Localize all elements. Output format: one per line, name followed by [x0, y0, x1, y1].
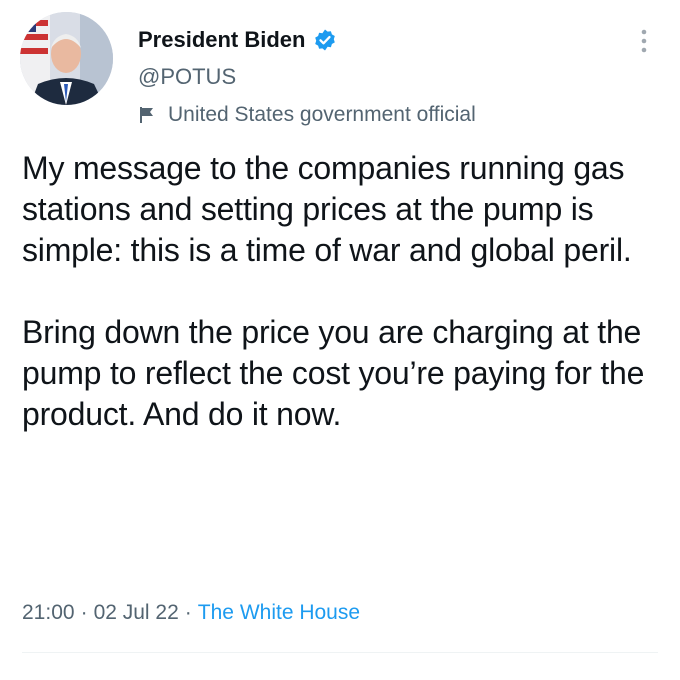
- author-handle[interactable]: @POTUS: [138, 64, 236, 90]
- tweet-meta: 21:00 · 02 Jul 22 · The White House: [22, 601, 360, 625]
- author-row: President Biden: [138, 27, 337, 53]
- meta-separator: ·: [184, 601, 192, 624]
- meta-separator: ·: [80, 601, 88, 624]
- verified-badge-icon: [313, 28, 337, 52]
- avatar[interactable]: [20, 12, 113, 105]
- flag-icon: [138, 106, 156, 124]
- tweet-text: My message to the companies running gas …: [22, 150, 645, 432]
- more-vertical-icon[interactable]: [636, 26, 652, 56]
- tweet-date[interactable]: 02 Jul 22: [94, 601, 179, 624]
- tweet-time[interactable]: 21:00: [22, 601, 75, 624]
- divider: [22, 652, 658, 653]
- account-label-text: United States government official: [168, 103, 476, 126]
- tweet-source-link[interactable]: The White House: [198, 601, 360, 624]
- account-label: United States government official: [138, 103, 476, 127]
- author-name[interactable]: President Biden: [138, 27, 305, 53]
